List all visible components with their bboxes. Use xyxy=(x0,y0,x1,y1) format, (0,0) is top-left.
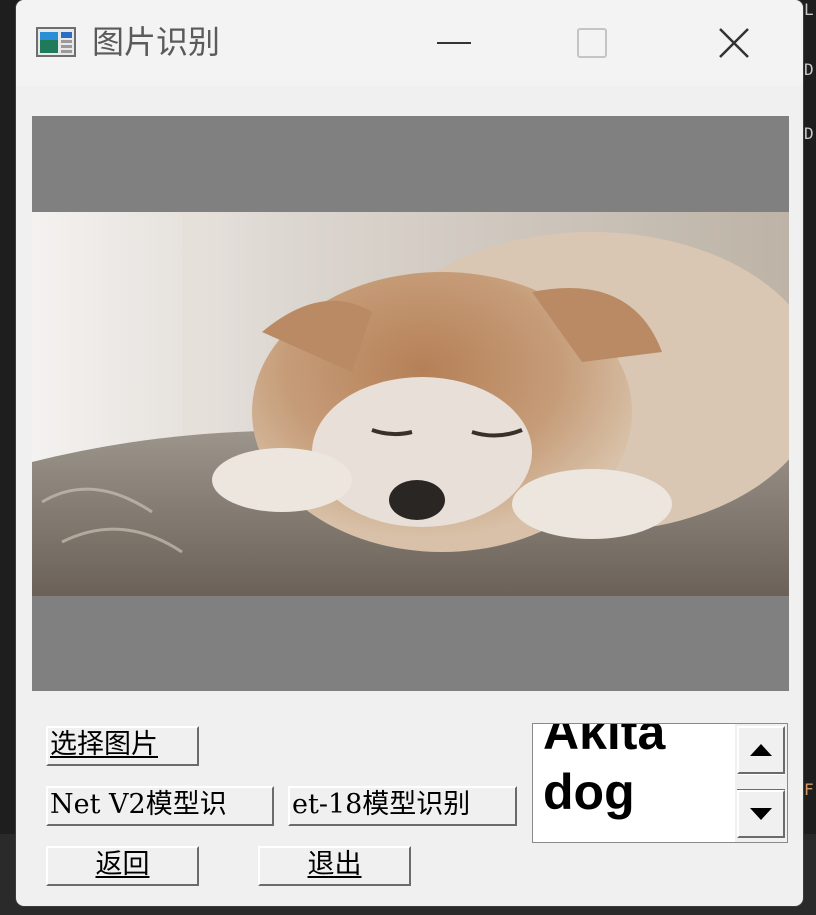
background-editor-char: F xyxy=(804,780,814,799)
image-preview-panel xyxy=(32,116,789,691)
mobilenet-v2-recognize-button[interactable]: Net V2模型识 xyxy=(46,786,274,826)
result-text-box[interactable]: Akita dog xyxy=(532,723,788,843)
resnet-18-recognize-button[interactable]: et-18模型识别 xyxy=(288,786,517,826)
image-recognition-window: 图片识别 选择图片 Net V2模型识 et-18模型识别 返回 退出 Akit… xyxy=(16,0,803,906)
select-image-button[interactable]: 选择图片 xyxy=(46,726,199,766)
scroll-down-button[interactable] xyxy=(737,790,785,838)
minimize-icon xyxy=(437,42,471,44)
mobilenet-v2-label: Net V2模型识 xyxy=(50,789,227,820)
title-bar[interactable]: 图片识别 xyxy=(16,0,803,86)
background-editor-char: D xyxy=(804,60,814,79)
result-line: Akita xyxy=(543,723,666,760)
maximize-icon xyxy=(577,28,607,58)
photo-akita-dog xyxy=(32,212,789,596)
background-editor-char: D xyxy=(804,124,814,143)
close-button[interactable] xyxy=(704,18,764,68)
back-button[interactable]: 返回 xyxy=(46,846,199,886)
result-line: dog xyxy=(543,764,635,820)
scroll-down-arrow-icon xyxy=(750,808,772,820)
minimize-button[interactable] xyxy=(424,18,484,68)
back-label: 返回 xyxy=(95,849,150,880)
exit-button[interactable]: 退出 xyxy=(258,846,411,886)
background-editor-char: L xyxy=(804,0,814,19)
result-text: Akita dog xyxy=(543,723,733,822)
scroll-up-arrow-icon xyxy=(750,744,772,756)
scroll-thumb[interactable] xyxy=(737,774,785,790)
maximize-button[interactable] xyxy=(562,18,622,68)
scroll-up-button[interactable] xyxy=(737,726,785,774)
exit-label: 退出 xyxy=(307,849,362,880)
resnet-18-label: et-18模型识别 xyxy=(292,789,471,820)
window-title: 图片识别 xyxy=(92,23,221,61)
select-image-label: 选择图片 xyxy=(50,729,158,760)
result-scrollbar[interactable] xyxy=(735,724,787,842)
app-window-icon xyxy=(36,27,76,57)
close-icon xyxy=(719,28,749,58)
